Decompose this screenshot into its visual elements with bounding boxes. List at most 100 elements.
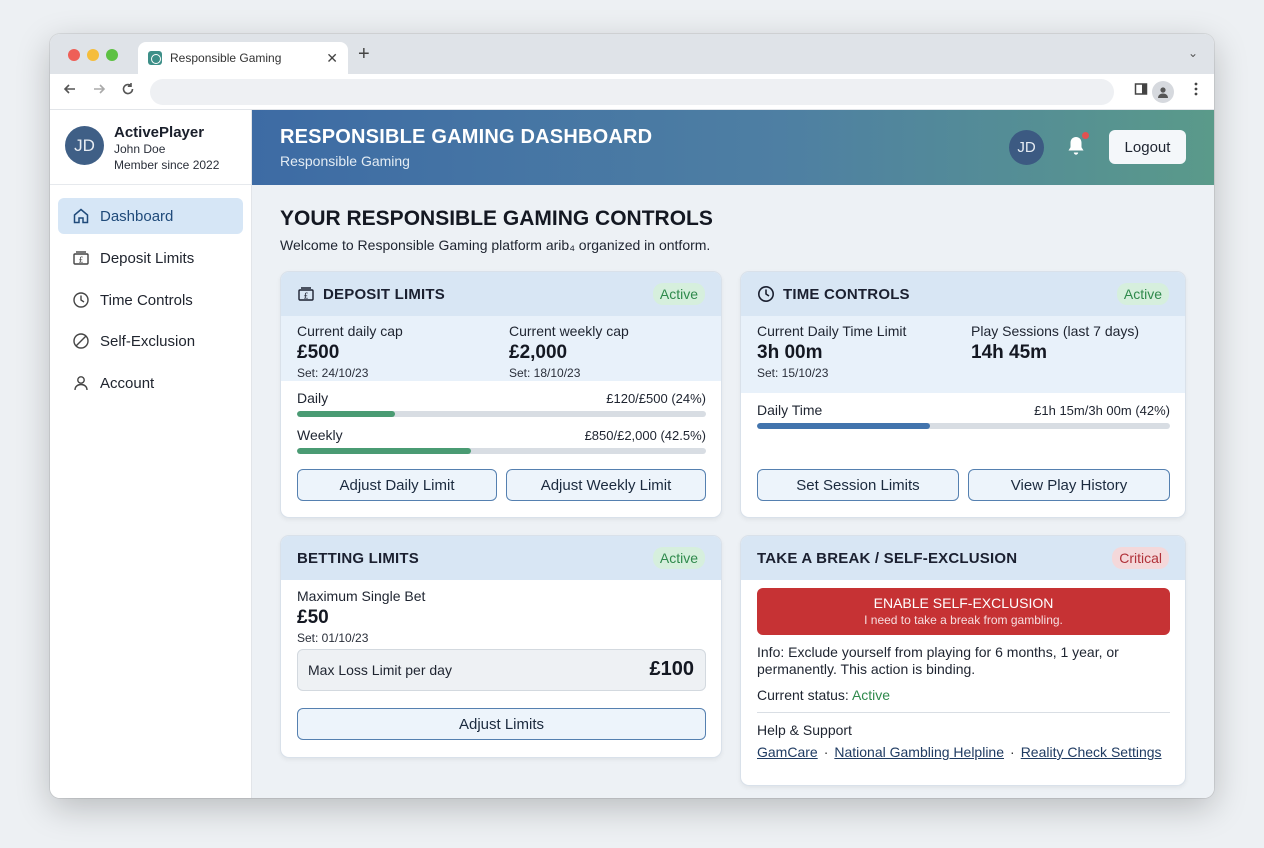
progress-label: Weekly [297,427,343,443]
adjust-daily-limit-button[interactable]: Adjust Daily Limit [297,469,497,501]
critical-badge: Critical [1112,547,1169,569]
card-title: DEPOSIT LIMITS [323,285,445,303]
page-subtitle: Welcome to Responsible Gaming platform a… [280,237,711,253]
logout-button[interactable]: Logout [1109,130,1186,164]
reload-icon[interactable] [121,82,135,101]
stat-set-date: Set: 15/10/23 [757,366,829,380]
stat-value: £2,000 [509,342,568,363]
enable-self-exclusion-button[interactable]: ENABLE SELF-EXCLUSION I need to take a b… [757,588,1170,635]
header-avatar[interactable]: JD [1009,130,1044,165]
sidebar-item-label: Account [100,374,155,392]
card-header: TIME CONTROLS Active [741,272,1185,316]
page-title: YOUR RESPONSIBLE GAMING CONTROLS [280,207,713,230]
tab-close-icon[interactable]: ✕ [326,50,338,67]
stat-value: 14h 45m [971,342,1048,363]
minimize-window-dot[interactable] [87,49,99,61]
adjust-limits-button[interactable]: Adjust Limits [297,708,706,740]
card-title: BETTING LIMITS [297,549,419,567]
tab-title: Responsible Gaming [170,51,282,65]
progress-track [297,448,706,454]
sidebar-toggle-icon[interactable] [1134,82,1148,99]
notification-dot [1082,132,1089,139]
set-session-limits-button[interactable]: Set Session Limits [757,469,959,501]
daily-time-limit-stat: Current Daily Time Limit 3h 00m Set: 15/… [757,323,906,380]
progress-track [757,423,1170,429]
browser-window: Responsible Gaming ✕ + ⌄ JD ActivePlayer [50,34,1214,798]
sidebar-item-account[interactable]: Account [58,365,243,401]
card-header: BETTING LIMITS Active [281,536,721,580]
progress-fill [297,411,396,417]
progress-track [297,411,706,417]
sidebar-item-time-controls[interactable]: Time Controls [58,282,243,318]
max-loss-limit-box: Max Loss Limit per day £100 [297,649,706,691]
time-controls-card: TIME CONTROLS Active Current Daily Time … [740,271,1186,518]
deposit-stats: Current daily cap £500 Set: 24/10/23 Cur… [281,316,721,381]
weekly-cap-stat: Current weekly cap £2,000 Set: 18/10/23 [509,323,629,380]
progress-value: £850/£2,000 (42.5%) [584,428,706,443]
daily-cap-stat: Current daily cap £500 Set: 24/10/23 [297,323,403,380]
progress-fill [757,423,931,429]
max-loss-label: Max Loss Limit per day [308,662,452,678]
close-window-dot[interactable] [68,49,80,61]
sidebar: JD ActivePlayer John Doe Member since 20… [50,110,252,798]
new-tab-button[interactable]: + [358,44,370,64]
progress-fill [297,448,471,454]
max-single-bet-stat: Maximum Single Bet £50 Set: 01/10/23 [297,588,425,645]
bell-icon[interactable] [1066,135,1086,162]
sidebar-item-deposit-limits[interactable]: £ Deposit Limits [58,240,243,276]
sidebar-item-label: Self-Exclusion [100,332,196,350]
reality-check-settings-link[interactable]: Reality Check Settings [1021,744,1162,760]
status-badge: Active [652,547,705,569]
tab-menu-chevron-icon[interactable]: ⌄ [1188,46,1198,60]
status-value: Active [851,687,891,703]
progress-label: Daily Time [757,402,823,418]
block-icon [73,333,89,349]
status-badge: Active [652,283,705,305]
help-support-heading: Help & Support [757,722,852,738]
username: ActivePlayer [114,124,205,141]
divider [757,712,1170,713]
user-full-name: John Doe [114,142,166,156]
gamcare-link[interactable]: GamCare [757,744,818,760]
stat-value: £500 [297,342,340,363]
stat-label: Current daily cap [297,323,403,339]
profile-icon[interactable] [1152,81,1174,103]
maximize-window-dot[interactable] [106,49,118,61]
stat-value: £50 [297,607,329,628]
progress-value: £120/£500 (24%) [606,391,706,406]
forward-arrow-icon[interactable] [92,82,106,101]
stat-label: Current weekly cap [509,323,629,339]
clock-icon [73,292,89,308]
browser-tab[interactable]: Responsible Gaming ✕ [138,42,348,74]
card-title: TAKE A BREAK / SELF-EXCLUSION [757,549,1018,567]
page-header: RESPONSIBLE GAMING DASHBOARD Responsible… [252,110,1214,185]
favicon-icon [148,51,162,65]
avatar[interactable]: JD [65,126,104,165]
button-label: ENABLE SELF-EXCLUSION [873,595,1054,611]
national-gambling-helpline-link[interactable]: National Gambling Helpline [834,744,1004,760]
self-exclusion-card: TAKE A BREAK / SELF-EXCLUSION Critical E… [740,535,1186,786]
button-sublabel: I need to take a break from gambling. [864,613,1063,627]
home-icon [73,208,89,224]
address-bar[interactable] [150,79,1114,105]
progress-value: £1h 15m/3h 00m (42%) [1034,403,1170,418]
status-badge: Active [1116,283,1169,305]
support-links: GamCare · National Gambling Helpline · Reali… [757,744,1162,760]
header-subtitle: Responsible Gaming [280,153,410,169]
adjust-weekly-limit-button[interactable]: Adjust Weekly Limit [506,469,706,501]
view-play-history-button[interactable]: View Play History [968,469,1170,501]
stat-label: Current Daily Time Limit [757,323,907,339]
sidebar-item-dashboard[interactable]: Dashboard [58,198,243,234]
current-status: Current status: Active [757,687,890,703]
more-menu-icon[interactable] [1194,82,1198,99]
clock-icon [758,286,774,302]
stat-set-date: Set: 01/10/23 [297,631,369,645]
sidebar-item-self-exclusion[interactable]: Self-Exclusion [58,323,243,359]
back-arrow-icon[interactable] [63,82,77,101]
member-since: Member since 2022 [114,158,220,172]
deposit-limits-card: £ DEPOSIT LIMITS Active Current daily ca… [280,271,722,518]
user-icon [74,376,88,391]
sidebar-item-label: Time Controls [100,291,193,309]
stat-label: Play Sessions (last 7 days) [971,323,1140,339]
user-profile: JD ActivePlayer John Doe Member since 20… [50,110,251,185]
